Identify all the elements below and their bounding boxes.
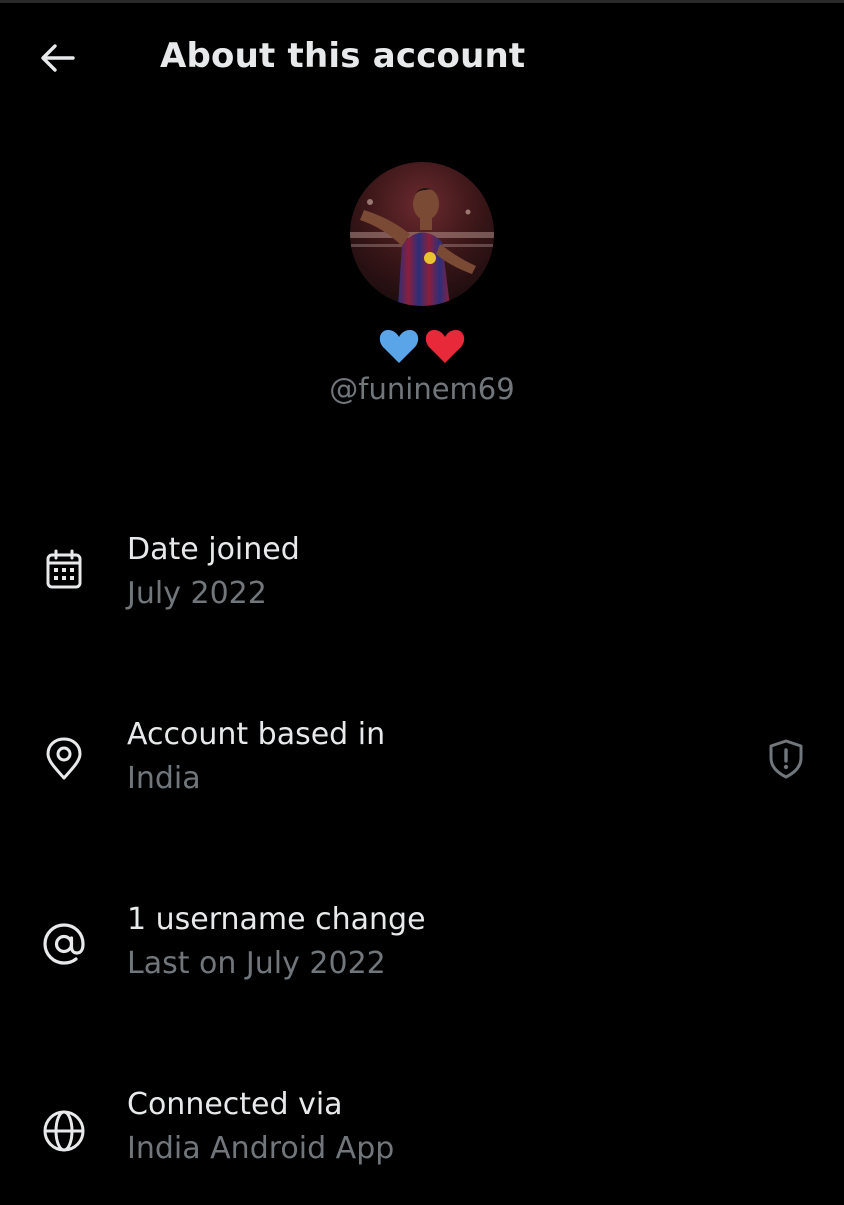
info-row-account-based-in: Account based in India <box>0 705 844 835</box>
account-based-in-label: Account based in <box>127 717 386 752</box>
display-name <box>372 326 472 366</box>
info-row-connected-via: Connected via India Android App <box>0 1075 844 1205</box>
at-sign-icon <box>36 916 92 972</box>
blue-heart-icon <box>378 327 420 365</box>
account-based-in-value: India <box>127 761 201 796</box>
page-title: About this account <box>160 36 526 76</box>
info-row-date-joined: Date joined July 2022 <box>0 520 844 650</box>
back-button[interactable] <box>28 30 88 86</box>
date-joined-value: July 2022 <box>127 576 267 611</box>
shield-alert-icon <box>766 738 806 780</box>
globe-icon <box>36 1103 92 1159</box>
calendar-icon <box>36 542 92 598</box>
username-change-value: Last on July 2022 <box>127 946 386 981</box>
username-change-label: 1 username change <box>127 902 426 937</box>
arrow-left-icon <box>39 41 77 75</box>
info-row-username-change: 1 username change Last on July 2022 <box>0 890 844 1020</box>
red-heart-icon <box>424 327 466 365</box>
connected-via-label: Connected via <box>127 1087 343 1122</box>
account-handle: @funinem69 <box>329 372 515 406</box>
svg-text:Inevit: Inevit <box>482 173 494 180</box>
connected-via-value: India Android App <box>127 1131 395 1166</box>
shield-alert-button[interactable] <box>758 731 814 787</box>
avatar[interactable]: Inevit <box>350 162 494 306</box>
location-pin-icon <box>36 731 92 787</box>
date-joined-label: Date joined <box>127 532 300 567</box>
header-bar: About this account <box>0 0 844 116</box>
